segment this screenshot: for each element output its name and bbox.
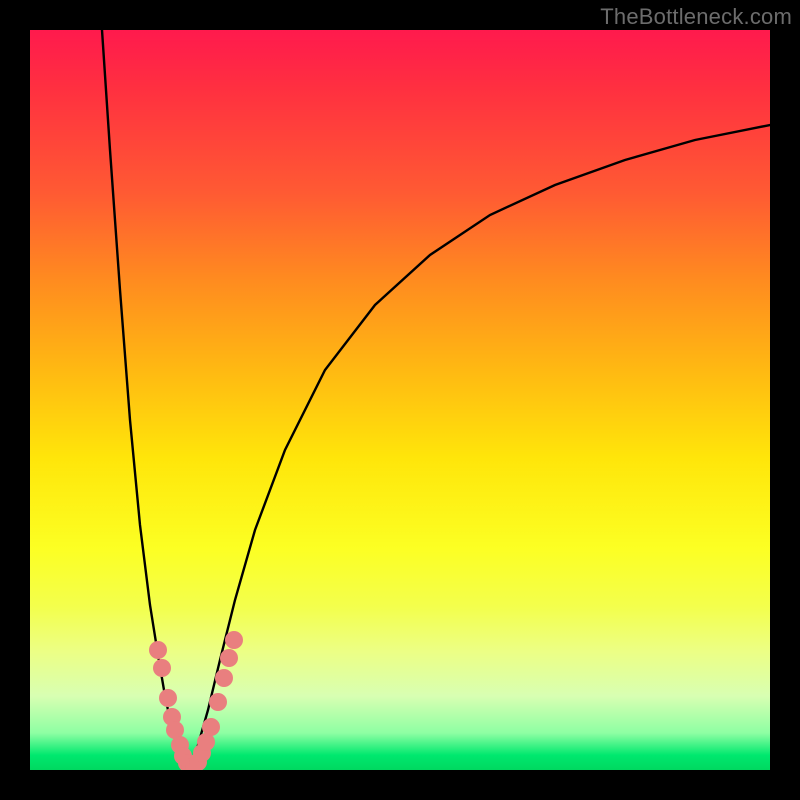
chart-stage: TheBottleneck.com [0,0,800,800]
curve-left-branch [102,30,190,770]
data-marker [215,669,233,687]
data-marker [153,659,171,677]
watermark-text: TheBottleneck.com [600,4,792,30]
marker-group [149,631,243,770]
data-marker [202,718,220,736]
data-marker [225,631,243,649]
data-marker [149,641,167,659]
curve-right-branch [190,125,770,770]
plot-area [30,30,770,770]
curves-layer [30,30,770,770]
data-marker [159,689,177,707]
data-marker [220,649,238,667]
data-marker [209,693,227,711]
